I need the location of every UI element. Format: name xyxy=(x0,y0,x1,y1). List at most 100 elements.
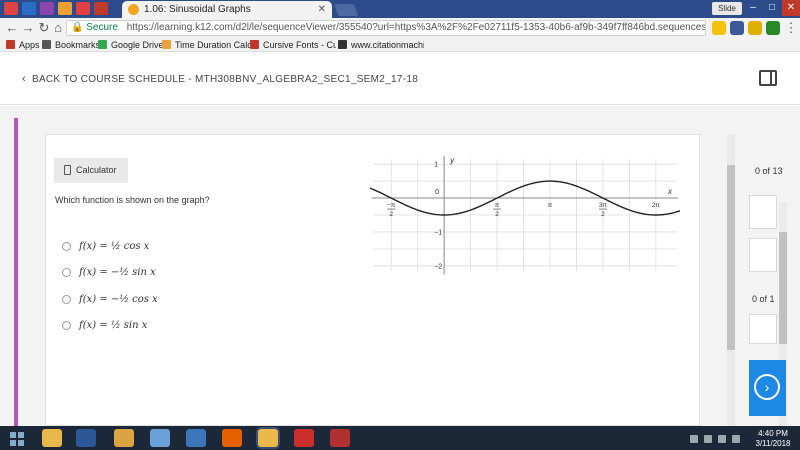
x-tick-label: π xyxy=(548,202,553,209)
calculator-button[interactable]: Calculator xyxy=(54,158,128,183)
close-tab-icon[interactable]: ✕ xyxy=(318,1,326,18)
calculator-label: Calculator xyxy=(76,165,117,175)
x-tick-label: 3π xyxy=(599,202,608,209)
bookmark-apps[interactable]: Apps xyxy=(6,38,46,52)
battery-icon[interactable] xyxy=(718,435,726,443)
side-scrollbar-thumb[interactable] xyxy=(779,232,787,344)
file-explorer-icon[interactable] xyxy=(114,429,134,447)
lock-icon: 🔒 xyxy=(71,22,84,33)
tray-chevron-icon[interactable] xyxy=(690,435,698,443)
x-tick-label: 2 xyxy=(389,211,393,218)
drive-icon xyxy=(98,40,107,49)
y-tick-label: −1 xyxy=(434,229,442,236)
radio-button[interactable] xyxy=(62,268,71,277)
choice-label: f(x) = −½ cos x xyxy=(79,294,158,305)
section-counter: 0 of 1 xyxy=(752,294,775,304)
windows-taskbar: 4:40 PM 3/11/2018 xyxy=(0,426,800,450)
chevron-left-icon: ‹ xyxy=(22,73,26,85)
choice-label: f(x) = ½ cos x xyxy=(79,241,150,252)
close-window-button[interactable]: ✕ xyxy=(782,0,800,16)
radio-button[interactable] xyxy=(62,242,71,251)
chevron-right-icon: › xyxy=(754,374,780,400)
side-panel-item[interactable] xyxy=(749,195,777,229)
network-icon[interactable] xyxy=(704,435,712,443)
bookmark-star-icon[interactable] xyxy=(712,21,726,35)
choice-label: f(x) = −½ sin x xyxy=(79,267,156,278)
x-axis-label: x xyxy=(667,187,673,196)
browser-tab-bar: 1.06: Sinusoidal Graphs ✕ Slide – □ ✕ xyxy=(0,0,800,18)
volume-icon[interactable] xyxy=(732,435,740,443)
y-tick-label: 1 xyxy=(434,162,438,169)
choice-label: f(x) = ½ sin x xyxy=(79,320,148,331)
clock-icon xyxy=(162,40,171,49)
course-header: ‹ BACK TO COURSE SCHEDULE - MTH308BNV_ALG… xyxy=(0,53,800,105)
extension-icon[interactable] xyxy=(730,21,744,35)
x-tick-label: 2 xyxy=(495,211,499,218)
bookmark-bookmarks[interactable]: Bookmarks xyxy=(42,38,104,52)
x-tick-label: 2π xyxy=(652,202,661,209)
toggle-panel-icon[interactable] xyxy=(759,70,777,86)
outlook-icon[interactable] xyxy=(22,2,36,15)
secure-label: Secure xyxy=(86,22,118,33)
citation-icon xyxy=(338,40,347,49)
profile-avatar-icon[interactable] xyxy=(766,21,780,35)
firefox-icon[interactable] xyxy=(222,429,242,447)
bookmark-time-duration[interactable]: Time Duration Calcul xyxy=(162,38,250,52)
extension-icon[interactable] xyxy=(58,2,72,15)
card-scrollbar-thumb[interactable] xyxy=(727,165,735,350)
y-tick-label: −2 xyxy=(434,263,442,270)
app-icon[interactable] xyxy=(150,429,170,447)
progress-counter: 0 of 13 xyxy=(755,166,783,176)
question-text: Which function is shown on the graph? xyxy=(55,195,210,205)
browser-toolbar: ← → ↻ ⌂ 🔒 Secure https://learning.k12.co… xyxy=(0,18,800,38)
forward-icon[interactable]: → xyxy=(20,20,36,36)
home-icon[interactable]: ⌂ xyxy=(50,20,66,36)
bookmarks-bar: Apps Bookmarks Google Drive Time Duratio… xyxy=(0,38,800,52)
clock-date: 3/11/2018 xyxy=(755,439,791,448)
app-icon[interactable] xyxy=(330,429,350,447)
side-panel-item[interactable] xyxy=(749,238,777,272)
extension-icon[interactable] xyxy=(4,2,18,15)
calculator-icon xyxy=(64,165,71,175)
clock-time: 4:40 PM xyxy=(758,429,788,438)
bookmark-cursive-fonts[interactable]: Cursive Fonts - Cursi xyxy=(250,38,336,52)
radio-button[interactable] xyxy=(62,321,71,330)
new-tab-button[interactable] xyxy=(333,4,359,16)
next-button[interactable]: › xyxy=(749,360,786,416)
function-graph: yx01−1−2−π2π2π 3π22π xyxy=(370,155,680,275)
extension-icon[interactable] xyxy=(76,2,90,15)
taskbar-clock[interactable]: 4:40 PM 3/11/2018 xyxy=(750,429,796,449)
url-text: https://learning.k12.com/d2l/le/sequence… xyxy=(126,22,706,33)
chrome-icon[interactable] xyxy=(42,429,62,447)
side-panel-item[interactable] xyxy=(749,314,777,344)
x-tick-label: −π xyxy=(387,202,396,209)
extension-icon[interactable] xyxy=(40,2,54,15)
extension-icon[interactable] xyxy=(748,21,762,35)
star-icon xyxy=(42,40,51,49)
y-axis-label: y xyxy=(449,156,455,165)
profile-chip[interactable]: Slide xyxy=(712,2,742,15)
origin-label: 0 xyxy=(435,189,439,196)
windows-start-icon[interactable] xyxy=(10,432,24,446)
minimize-button[interactable]: – xyxy=(744,0,762,16)
acrobat-icon[interactable] xyxy=(294,429,314,447)
maximize-button[interactable]: □ xyxy=(763,0,781,16)
back-to-course-link[interactable]: ‹ BACK TO COURSE SCHEDULE - MTH308BNV_ALG… xyxy=(22,73,418,85)
menu-dots-icon[interactable]: ⋮ xyxy=(783,20,799,36)
app-icon[interactable] xyxy=(186,429,206,447)
x-tick-label: π xyxy=(495,202,500,209)
bookmark-icon xyxy=(250,40,259,49)
word-icon[interactable] xyxy=(76,429,96,447)
radio-button[interactable] xyxy=(62,295,71,304)
k12-favicon-icon xyxy=(128,4,139,15)
bookmark-google-drive[interactable]: Google Drive xyxy=(98,38,164,52)
active-browser-tab[interactable]: 1.06: Sinusoidal Graphs ✕ xyxy=(122,1,332,18)
chrome-active-icon[interactable] xyxy=(258,429,278,447)
back-icon[interactable]: ← xyxy=(4,20,20,36)
x-tick-label: 2 xyxy=(601,211,605,218)
address-bar[interactable]: 🔒 Secure https://learning.k12.com/d2l/le… xyxy=(66,20,706,36)
activity-accent-bar xyxy=(14,118,18,426)
bookmark-citation-machine[interactable]: www.citationmachine xyxy=(338,38,424,52)
tab-title: 1.06: Sinusoidal Graphs xyxy=(144,4,251,15)
extension-icon[interactable] xyxy=(94,2,108,15)
